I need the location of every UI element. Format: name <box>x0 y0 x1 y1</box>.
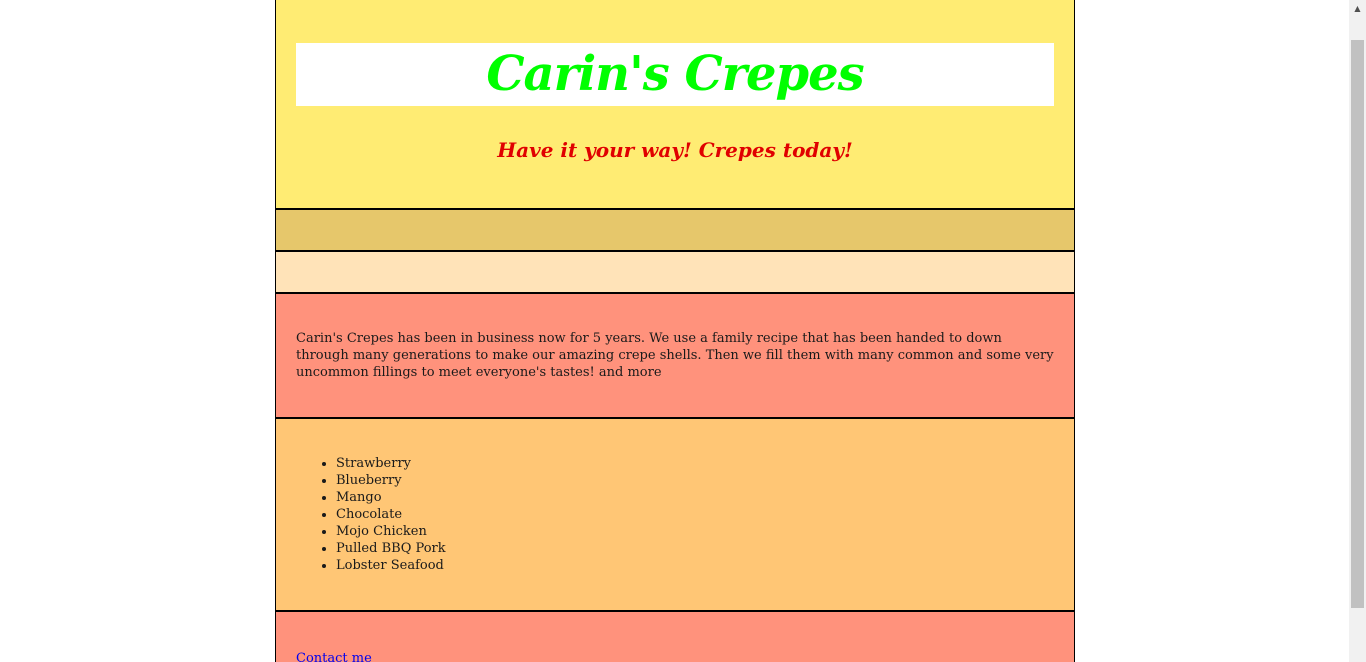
fillings-list: Strawberry Blueberry Mango Chocolate Moj… <box>276 455 1074 574</box>
fillings-section: Strawberry Blueberry Mango Chocolate Moj… <box>276 419 1074 612</box>
scroll-up-arrow-icon[interactable]: ▲ <box>1349 0 1366 17</box>
site-footer: Contact me <box>276 612 1074 662</box>
sub-nav-bar <box>276 252 1074 294</box>
filling-item: Blueberry <box>336 472 1074 489</box>
site-header: Carin's Crepes Have it your way! Crepes … <box>276 0 1074 210</box>
vertical-scrollbar[interactable]: ▲ <box>1349 0 1366 662</box>
contact-link[interactable]: Contact me <box>296 651 372 662</box>
filling-item: Mojo Chicken <box>336 523 1074 540</box>
filling-item: Pulled BBQ Pork <box>336 540 1074 557</box>
page-container: Carin's Crepes Have it your way! Crepes … <box>275 0 1075 662</box>
about-section: Carin's Crepes has been in business now … <box>276 294 1074 419</box>
filling-item: Mango <box>336 489 1074 506</box>
filling-item: Strawberry <box>336 455 1074 472</box>
filling-item: Lobster Seafood <box>336 557 1074 574</box>
site-title: Carin's Crepes <box>486 46 864 102</box>
site-tagline: Have it your way! Crepes today! <box>497 138 853 162</box>
title-box: Carin's Crepes <box>296 43 1054 106</box>
viewport: Carin's Crepes Have it your way! Crepes … <box>0 0 1366 662</box>
about-text: Carin's Crepes has been in business now … <box>296 331 1054 380</box>
filling-item: Chocolate <box>336 506 1074 523</box>
nav-bar <box>276 210 1074 252</box>
scrollbar-thumb[interactable] <box>1351 40 1364 608</box>
